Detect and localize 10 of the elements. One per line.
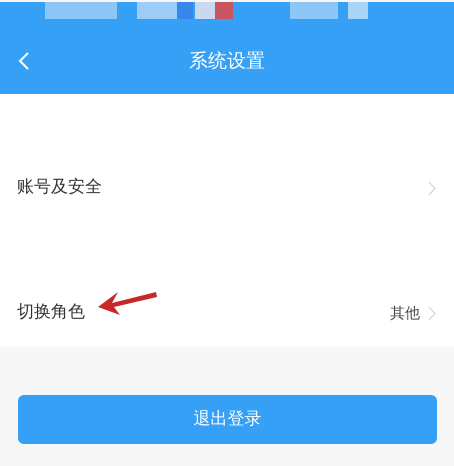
chevron-icon	[428, 180, 436, 196]
chevron-icon	[428, 306, 436, 320]
settings-row[interactable]: 切换角色 其他	[0, 289, 454, 337]
row-label: 切换角色	[17, 301, 85, 324]
settings-row[interactable]: 账号及安全	[0, 164, 454, 212]
row-value: 其他	[390, 302, 420, 324]
row-label: 账号及安全	[17, 176, 102, 200]
back-icon	[18, 51, 30, 71]
page-title: 系统设置	[189, 48, 265, 74]
back-button[interactable]	[18, 51, 30, 71]
